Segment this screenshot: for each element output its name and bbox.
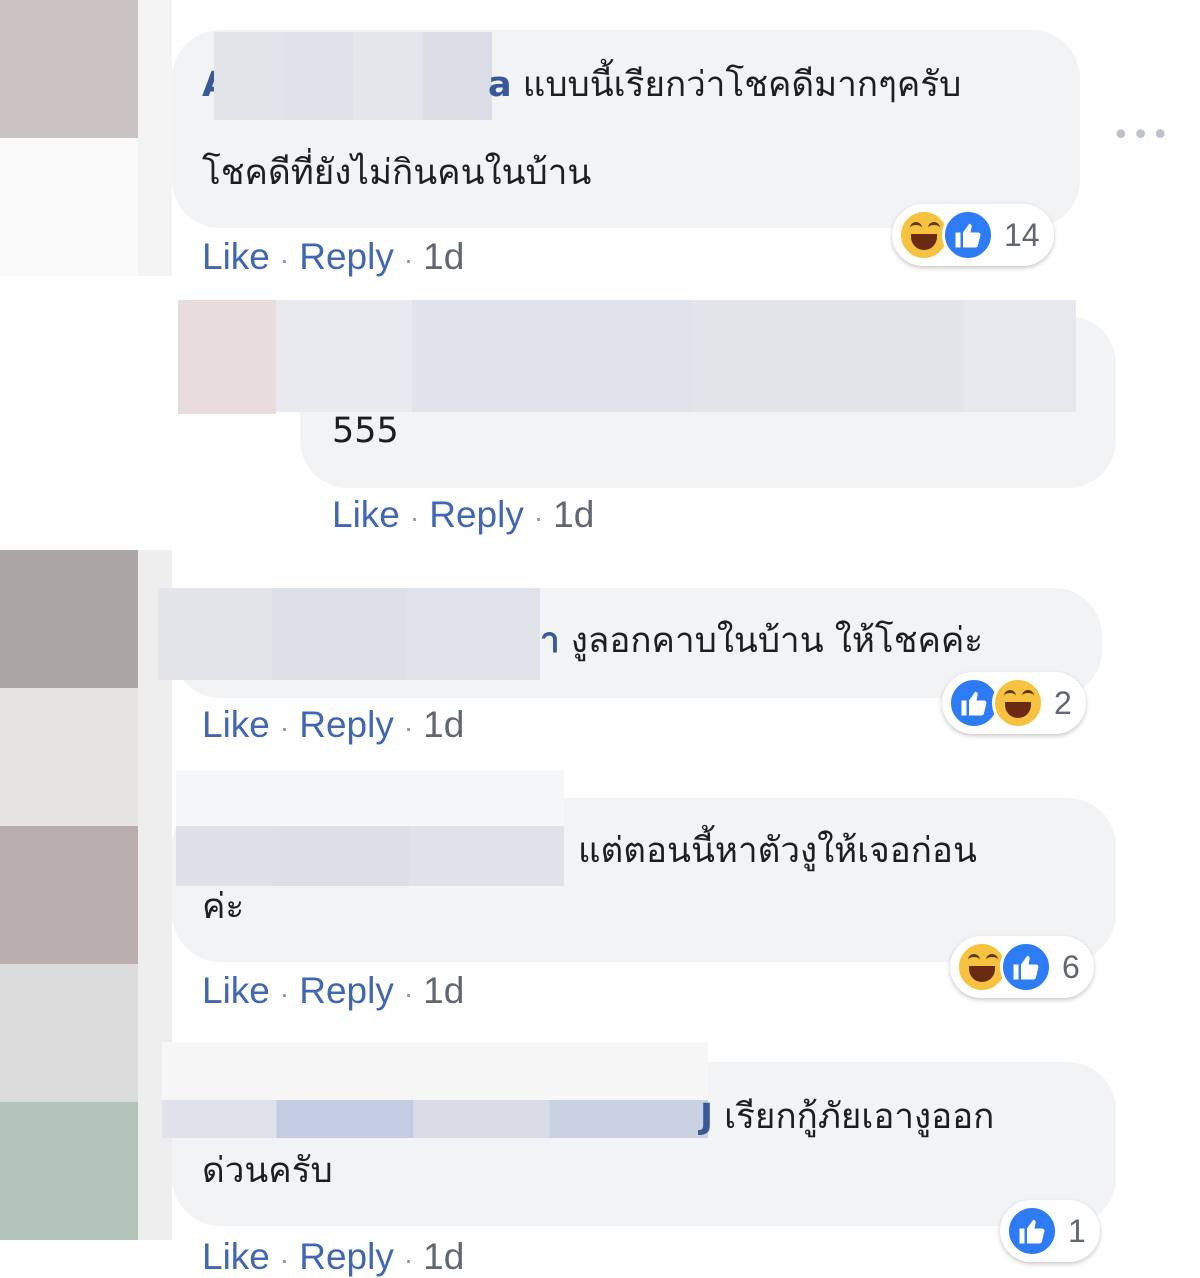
comment-text: J เรียกกู้ภัยเอางูออก [700, 1096, 994, 1138]
like-icon [1000, 941, 1052, 993]
haha-icon [992, 677, 1044, 729]
comment-text-line: เรียกกู้ภัยเอางูออก [724, 1097, 995, 1137]
separator: · [403, 1244, 414, 1275]
separator: · [279, 244, 290, 275]
avatar[interactable] [0, 826, 138, 964]
comment-text-line: แบบนี้เรียกว่าโชคดีมากๆครับ [522, 65, 962, 105]
reaction-count: 6 [1062, 948, 1080, 985]
comment-text-line: ด่วนครับ [202, 1151, 333, 1191]
redacted-name [176, 770, 564, 826]
timestamp[interactable]: 1d [423, 970, 464, 1011]
comment-text-line: แต่ตอนนี้หาตัวงูให้เจอก่อน [578, 831, 977, 871]
reply-link[interactable]: Reply [299, 1236, 394, 1277]
reply-link[interactable]: Reply [299, 236, 394, 277]
avatar-blur-block [0, 964, 138, 1102]
redacted-name [214, 32, 492, 120]
separator: · [533, 502, 544, 533]
avatar-blur-block [0, 138, 138, 276]
like-link[interactable]: Like [202, 970, 270, 1011]
reaction-summary[interactable]: 14 [892, 204, 1054, 266]
separator: · [403, 978, 414, 1009]
separator: · [409, 502, 420, 533]
comment-text: า งูลอกคาบในบ้าน ให้โชคค่ะ [540, 620, 983, 662]
like-icon [942, 209, 994, 261]
comment-text: a แบบนี้เรียกว่าโชคดีมากๆครับ [488, 64, 961, 106]
like-icon [1006, 1205, 1058, 1257]
reply-link[interactable]: Reply [299, 970, 394, 1011]
like-link[interactable]: Like [332, 494, 400, 535]
like-link[interactable]: Like [202, 1236, 270, 1277]
timestamp[interactable]: 1d [553, 494, 594, 535]
timestamp[interactable]: 1d [423, 1236, 464, 1277]
avatar-blur-block [0, 688, 138, 826]
reaction-summary[interactable]: 6 [950, 936, 1094, 998]
avatar[interactable] [0, 550, 138, 688]
redacted-name [162, 1042, 708, 1100]
avatar[interactable] [0, 1102, 138, 1240]
reaction-count: 1 [1068, 1212, 1086, 1249]
reply-link[interactable]: Reply [299, 704, 394, 745]
redacted-name [176, 826, 564, 886]
like-link[interactable]: Like [202, 236, 270, 277]
reply-avatar[interactable] [178, 300, 276, 414]
comment-text-line: งูลอกคาบในบ้าน ให้โชคค่ะ [570, 621, 984, 661]
reaction-count: 14 [1004, 216, 1040, 253]
redacted-name [162, 1100, 708, 1138]
comment-actions: Like · Reply · 1d [202, 970, 464, 1012]
comment-actions: Like · Reply · 1d [202, 236, 464, 278]
avatar[interactable] [0, 0, 138, 138]
comment-text-line: ค่ะ [202, 887, 245, 927]
comment-actions: Like · Reply · 1d [202, 704, 464, 746]
timestamp[interactable]: 1d [423, 236, 464, 277]
redacted-name [158, 588, 540, 680]
author-name-tail[interactable]: า [540, 621, 560, 661]
timestamp[interactable]: 1d [423, 704, 464, 745]
avatar-blur-strip [138, 0, 172, 276]
reaction-summary[interactable]: 2 [942, 672, 1086, 734]
separator: · [279, 1244, 290, 1275]
reaction-summary[interactable]: 1 [1000, 1200, 1100, 1262]
author-name-tail[interactable]: J [700, 1097, 713, 1137]
comment-actions: Like · Reply · 1d [332, 494, 594, 536]
separator: · [403, 244, 414, 275]
redacted-name [276, 300, 1076, 412]
separator: · [279, 712, 290, 743]
like-link[interactable]: Like [202, 704, 270, 745]
comment-actions: Like · Reply · 1d [202, 1236, 464, 1278]
reply-link[interactable]: Reply [429, 494, 524, 535]
separator: · [403, 712, 414, 743]
more-horizontal-icon[interactable]: ••• [1112, 118, 1171, 153]
comment-text-line: 555 [332, 411, 399, 451]
author-name-tail[interactable]: a [488, 65, 512, 105]
reaction-count: 2 [1054, 684, 1072, 721]
comment-text-line: โชคดีที่ยังไม่กินคนในบ้าน [202, 153, 592, 193]
separator: · [279, 978, 290, 1009]
